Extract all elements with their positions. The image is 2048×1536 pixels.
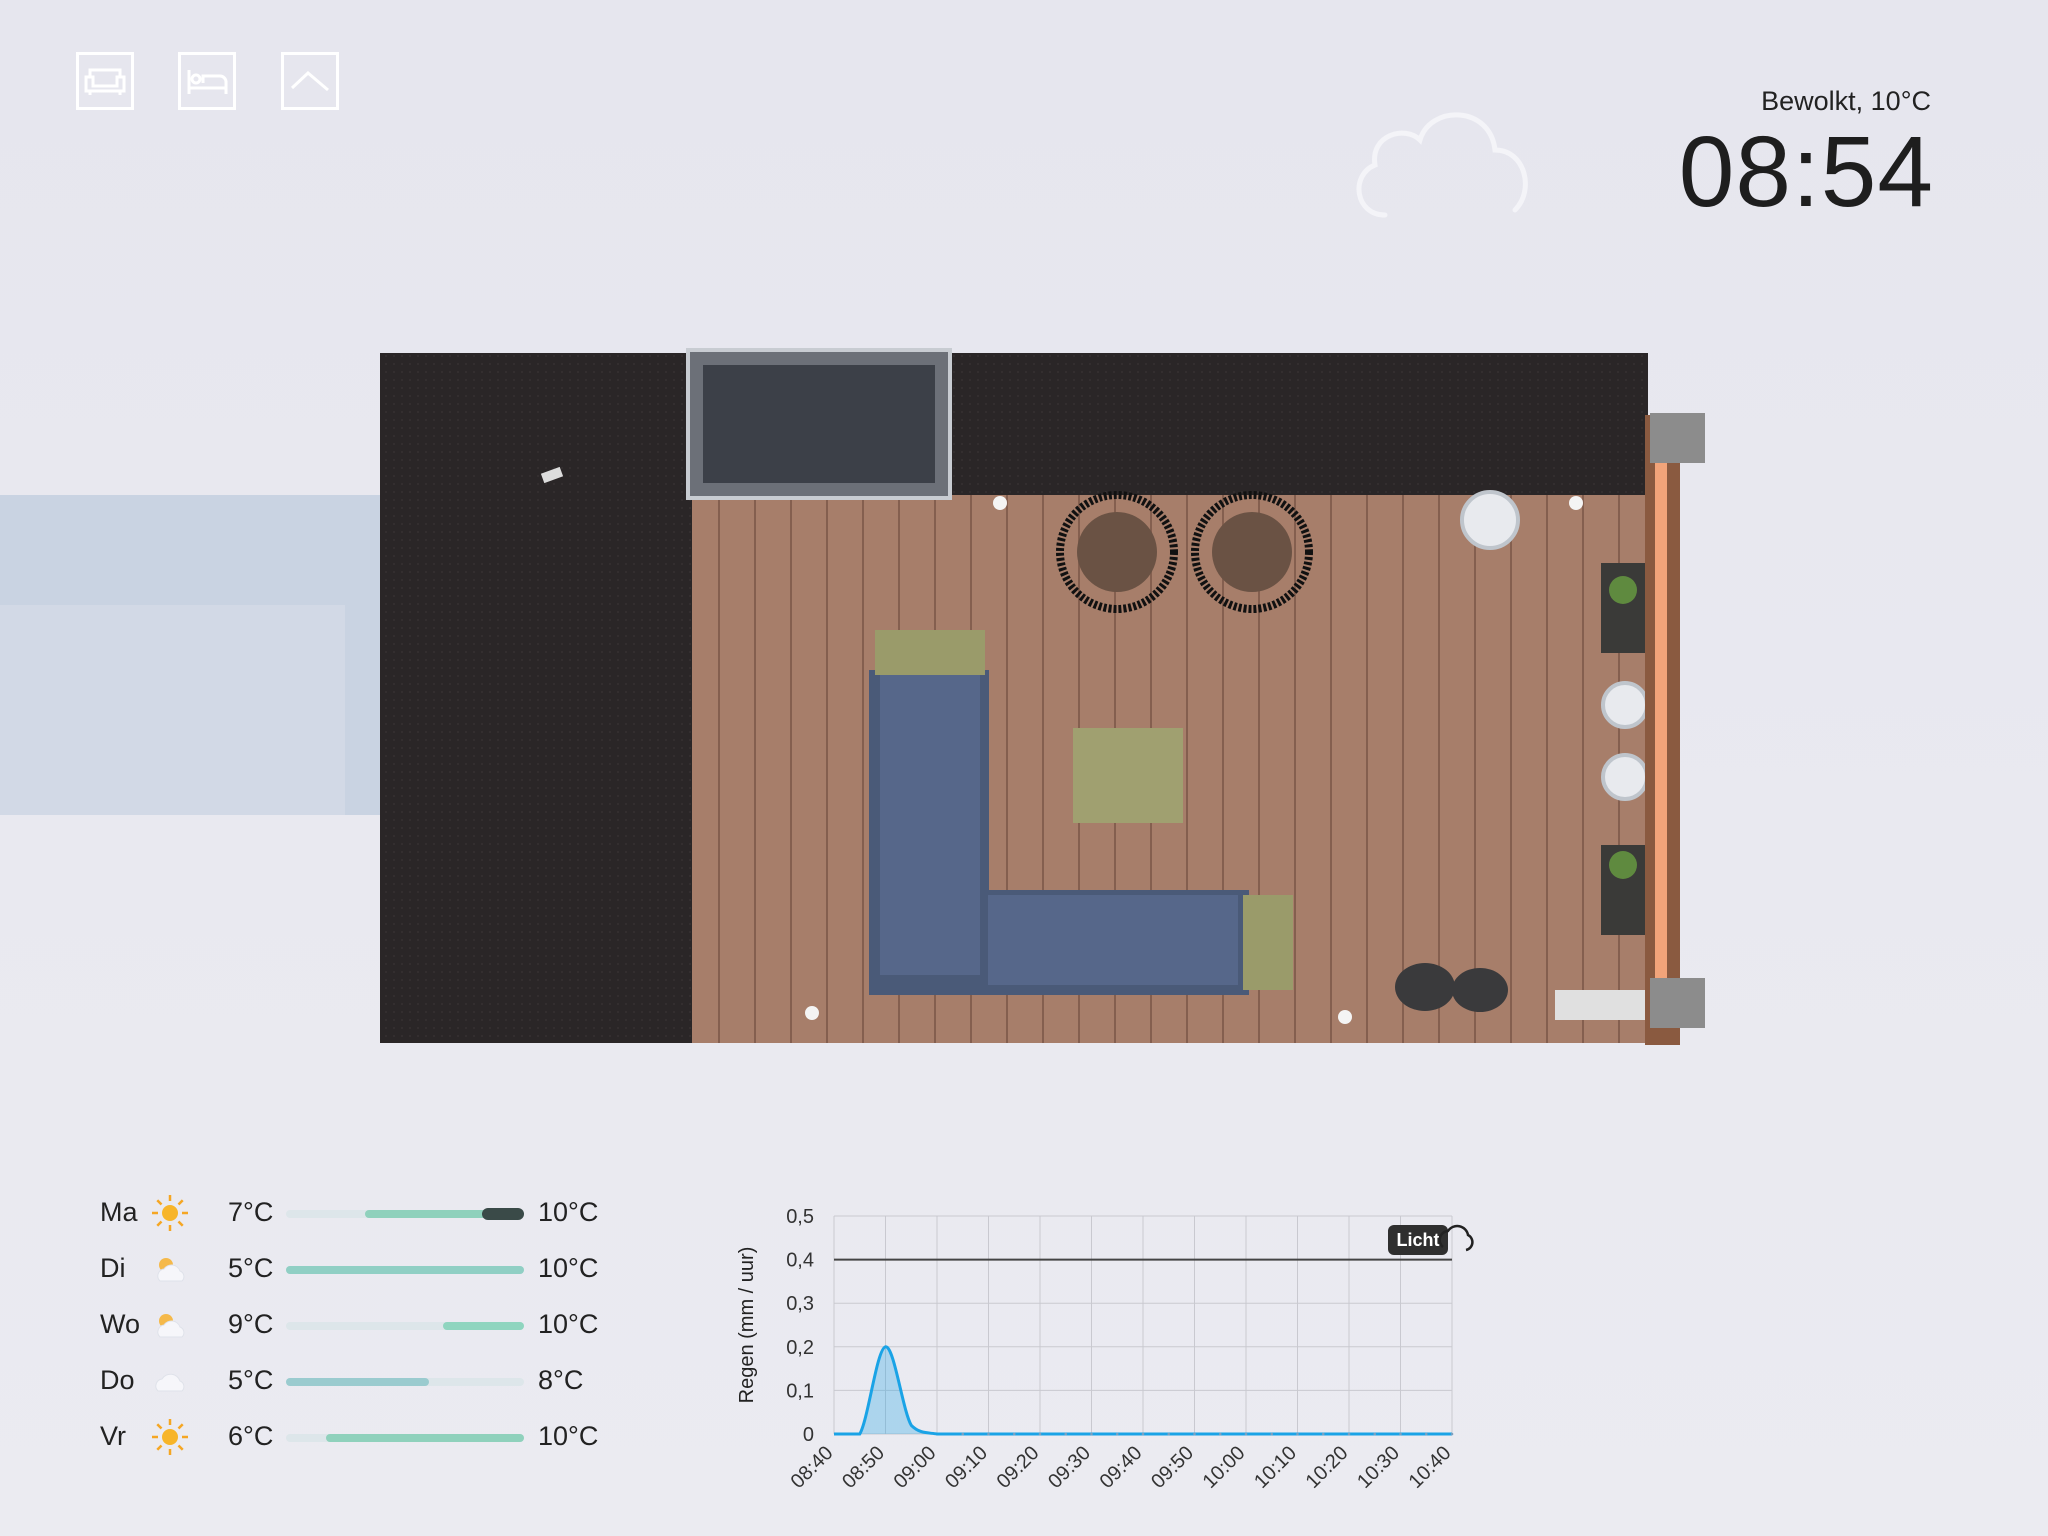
y-tick-label: 0,5	[786, 1206, 814, 1228]
data-point	[1373, 1432, 1377, 1436]
nav-bedroom-button[interactable]	[178, 52, 236, 110]
forecast-day: Vr	[100, 1421, 126, 1451]
temperature-range-bar	[326, 1434, 524, 1442]
forecast-row: Do 5°C 8°C	[100, 1361, 620, 1401]
bench	[1555, 990, 1650, 1020]
forecast-max-temp: 8°C	[538, 1365, 584, 1395]
temperature-range-bar	[286, 1378, 429, 1386]
forecast-row: Di 5°C 10°C	[100, 1249, 620, 1289]
data-point	[1424, 1432, 1428, 1436]
data-point	[1218, 1432, 1222, 1436]
sun-icon	[150, 1193, 190, 1233]
y-tick-label: 0	[803, 1424, 814, 1446]
side-table	[1243, 895, 1293, 990]
temperature-range-track	[286, 1378, 524, 1386]
x-tick-label: 10:00	[1199, 1442, 1250, 1493]
forecast-day: Wo	[100, 1309, 141, 1339]
data-point	[987, 1432, 990, 1436]
temperature-range-track	[286, 1434, 524, 1442]
data-point	[1321, 1432, 1325, 1436]
data-point	[1450, 1432, 1454, 1436]
data-point	[1012, 1432, 1016, 1436]
y-tick-label: 0,1	[786, 1380, 814, 1402]
data-point	[1038, 1432, 1042, 1436]
forecast-day: Ma	[100, 1197, 138, 1227]
x-tick-label: 08:40	[787, 1442, 838, 1493]
forecast-day: Di	[100, 1253, 126, 1283]
x-tick-label: 09:00	[890, 1442, 941, 1493]
forecast-min-temp: 9°C	[228, 1309, 274, 1339]
data-point	[1090, 1432, 1093, 1436]
data-point	[1115, 1432, 1119, 1436]
weather-summary: Bewolkt, 10°C	[1761, 86, 1931, 116]
temperature-range-track	[286, 1208, 524, 1220]
current-temp-marker	[482, 1208, 524, 1220]
forecast-min-temp: 6°C	[228, 1421, 274, 1451]
data-point	[1347, 1432, 1351, 1436]
cloud-icon	[1356, 112, 1528, 218]
forecast-row: Vr 6°C 10°C	[100, 1417, 620, 1457]
sofa-icon	[84, 68, 126, 95]
temperature-range-track	[286, 1322, 524, 1330]
x-tick-label: 10:10	[1250, 1442, 1301, 1493]
threshold-badge: Licht	[1388, 1224, 1474, 1255]
data-point	[1141, 1432, 1145, 1436]
data-point	[961, 1432, 965, 1436]
partly-cloudy-icon	[150, 1305, 190, 1345]
threshold-label: Licht	[1397, 1230, 1440, 1250]
bed-icon	[187, 70, 228, 94]
forecast-max-temp: 10°C	[538, 1309, 599, 1339]
forecast-min-temp: 5°C	[228, 1253, 274, 1283]
data-point	[1270, 1432, 1274, 1436]
data-point	[1244, 1432, 1248, 1436]
temperature-range-bar	[443, 1322, 524, 1330]
data-point	[1064, 1432, 1068, 1436]
x-tick-label: 10:30	[1353, 1442, 1404, 1493]
y-tick-label: 0,4	[786, 1250, 814, 1272]
y-tick-label: 0,3	[786, 1293, 814, 1315]
x-tick-label: 09:40	[1096, 1442, 1147, 1493]
forecast-day: Do	[100, 1365, 135, 1395]
x-tick-label: 09:50	[1147, 1442, 1198, 1493]
landscape-icon	[290, 70, 329, 92]
coffee-table	[1073, 728, 1183, 823]
forecast-max-temp: 10°C	[538, 1253, 599, 1283]
forecast-row: Ma 7°C 10°C	[100, 1193, 620, 1233]
clock: 08:54	[1678, 116, 1934, 228]
forecast-max-temp: 10°C	[538, 1421, 599, 1451]
boulder	[1395, 963, 1455, 1011]
y-axis-label: Regen (mm / uur)	[736, 1247, 758, 1404]
forecast-min-temp: 5°C	[228, 1365, 274, 1395]
x-tick-label: 10:40	[1405, 1442, 1456, 1493]
y-tick-label: 0,2	[786, 1337, 814, 1359]
partly-cloudy-icon	[150, 1249, 190, 1289]
data-point	[1193, 1432, 1196, 1436]
nav-living-room-button[interactable]	[76, 52, 134, 110]
data-point	[1399, 1432, 1402, 1436]
forecast-row: Wo 9°C 10°C	[100, 1305, 620, 1345]
side-table	[875, 630, 985, 675]
pot	[1460, 490, 1520, 550]
x-tick-label: 10:20	[1302, 1442, 1353, 1493]
temperature-range-track	[286, 1266, 524, 1274]
data-point	[1296, 1432, 1299, 1436]
x-tick-label: 09:30	[1044, 1442, 1095, 1493]
sun-icon	[150, 1417, 190, 1457]
floor-plan	[0, 348, 1705, 1045]
x-tick-label: 09:20	[993, 1442, 1044, 1493]
nav-outdoor-button[interactable]	[281, 52, 339, 110]
rain-chart: Regen (mm / uur) 00,10,20,30,40,5 08:40 0…	[736, 1206, 1474, 1493]
forecast-max-temp: 10°C	[538, 1197, 599, 1227]
x-tick-label: 09:10	[941, 1442, 992, 1493]
data-point	[1167, 1432, 1171, 1436]
forecast-min-temp: 7°C	[228, 1197, 274, 1227]
temperature-range-bar	[286, 1266, 524, 1274]
cloud-icon	[150, 1361, 190, 1401]
x-tick-label: 08:50	[838, 1442, 889, 1493]
